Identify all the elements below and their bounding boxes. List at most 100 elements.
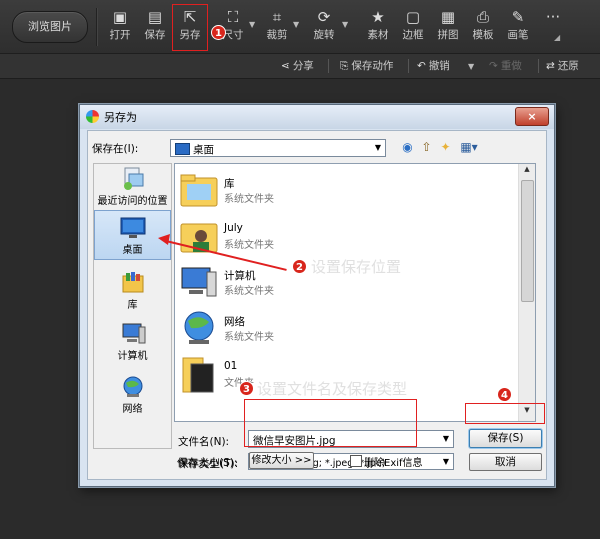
back-icon[interactable]: ◉: [400, 140, 415, 155]
star-icon: ★: [371, 8, 385, 26]
save-button[interactable]: 保存(S): [469, 429, 542, 448]
step-2-text: 设置保存位置: [311, 258, 402, 276]
dialog-titlebar[interactable]: 另存为 ×: [80, 105, 554, 129]
file-type: 系统文件夹: [224, 286, 274, 297]
file-list-scrollbar[interactable]: ▲ ▼: [518, 164, 535, 421]
divider: [538, 59, 539, 73]
desktop-icon: [175, 143, 190, 155]
tool-label: 边框: [402, 29, 424, 41]
undo-icon: ↶: [417, 60, 426, 72]
tool-collage-button[interactable]: ▦ 拼图: [432, 6, 464, 48]
network-icon: [123, 376, 142, 397]
resize-icon: ⛶: [227, 8, 239, 26]
chevron-down-icon: ▼: [442, 434, 449, 443]
file-name: 计算机: [224, 270, 256, 282]
places-bar: 最近访问的位置 桌面 库 计算机 网络: [93, 163, 172, 449]
undo-dropdown-icon[interactable]: ▼: [468, 62, 474, 71]
file-item[interactable]: July 系统文件夹: [179, 216, 349, 260]
place-computer[interactable]: 计算机: [94, 321, 171, 362]
delete-exif-checkbox[interactable]: [350, 455, 362, 467]
redo-label: 重做: [500, 60, 522, 72]
redo-button[interactable]: ↷ 重做: [489, 54, 522, 78]
printer-icon: ⎙: [476, 8, 489, 26]
network-icon: [184, 311, 214, 344]
user-folder-icon: [180, 223, 218, 253]
share-button[interactable]: ⋖ 分享: [281, 54, 314, 78]
file-type: 系统文件夹: [224, 240, 274, 251]
place-library[interactable]: 库: [94, 270, 171, 311]
folder-icon: [182, 357, 214, 393]
close-button[interactable]: ×: [515, 107, 549, 126]
tool-frame-button[interactable]: ▢ 边框: [397, 6, 429, 48]
file-name: July: [224, 222, 243, 234]
place-recent[interactable]: 最近访问的位置: [94, 166, 171, 207]
step-3-badge: 3: [239, 381, 254, 396]
rotate-dropdown-icon[interactable]: ▼: [342, 20, 348, 29]
save-icon: ▤: [147, 8, 163, 26]
save-button-highlight: [465, 403, 545, 424]
tool-label: 旋转: [313, 29, 335, 41]
restore-label: 还原: [557, 60, 579, 72]
resize-dropdown-icon[interactable]: ▼: [249, 20, 255, 29]
step-4-badge: 4: [497, 387, 512, 402]
filename-type-highlight: [244, 399, 417, 447]
tool-template-button[interactable]: ⎙ 模板: [467, 6, 499, 48]
file-type: 系统文件夹: [224, 332, 274, 343]
step-1-badge: 1: [211, 25, 226, 40]
tool-label: 素材: [367, 29, 389, 41]
save-in-select[interactable]: 桌面 ▼: [170, 139, 386, 157]
new-folder-icon[interactable]: ✦: [438, 140, 453, 155]
browse-images-button[interactable]: 浏览图片: [12, 11, 88, 43]
main-toolbar: 浏览图片 ▣ 打开 ▤ 保存 ⇱ 另存 ⛶ 尺寸 ▼ ⌗ 裁剪 ▼ ⟳ 旋转 ▼…: [0, 0, 600, 54]
view-menu-icon[interactable]: ▦▾: [458, 140, 480, 155]
place-label: 库: [127, 300, 138, 311]
app-icon: [86, 110, 99, 123]
place-label: 网络: [122, 404, 143, 415]
tool-crop-button[interactable]: ⌗ 裁剪: [261, 6, 293, 48]
step-3-text: 设置文件名及保存类型: [257, 380, 408, 398]
more-tools-button[interactable]: ···: [537, 6, 569, 48]
file-item[interactable]: 网络 系统文件夹: [179, 308, 349, 352]
dialog-title: 另存为: [104, 111, 137, 124]
tool-material-button[interactable]: ★ 素材: [362, 6, 394, 48]
tool-brush-button[interactable]: ✎ 画笔: [502, 6, 534, 48]
cancel-button[interactable]: 取消: [469, 453, 542, 471]
share-label: 分享: [292, 60, 314, 72]
undo-button[interactable]: ↶ 撤销: [417, 54, 450, 78]
tool-save-button[interactable]: ▤ 保存: [139, 6, 171, 48]
file-item[interactable]: 库 系统文件夹: [179, 170, 349, 214]
crop-dropdown-icon[interactable]: ▼: [293, 20, 299, 29]
divider: [408, 59, 409, 73]
restore-icon: ⇄: [546, 60, 555, 72]
save-as-highlight: [172, 4, 208, 51]
share-icon: ⋖: [281, 60, 290, 72]
expand-corner-icon[interactable]: ◢: [554, 33, 560, 42]
file-name: 库: [224, 178, 235, 190]
save-action-button[interactable]: ⎘ 保存动作: [340, 54, 393, 78]
chevron-down-icon: ▼: [374, 143, 381, 152]
file-type: 系统文件夹: [224, 194, 274, 205]
filename-label: 文件名(N):: [178, 436, 230, 448]
up-folder-icon[interactable]: ⇧: [419, 140, 434, 155]
scroll-up-icon[interactable]: ▲: [519, 165, 535, 179]
place-network[interactable]: 网络: [94, 374, 171, 415]
chevron-down-icon: ▼: [442, 457, 449, 466]
undo-label: 撤销: [428, 60, 450, 72]
open-icon: ▣: [112, 8, 128, 26]
brush-icon: ✎: [511, 8, 525, 26]
restore-button[interactable]: ⇄ 还原: [546, 54, 579, 78]
tool-label: 画笔: [507, 29, 529, 41]
modify-size-button[interactable]: 修改大小 >>: [249, 452, 314, 469]
tool-label: 裁剪: [266, 29, 288, 41]
save-action-icon: ⎘: [340, 60, 349, 72]
tool-label: 模板: [472, 29, 494, 41]
save-in-value: 桌面: [193, 144, 214, 156]
tool-open-button[interactable]: ▣ 打开: [104, 6, 136, 48]
grid-icon: ▦: [440, 8, 456, 26]
tool-rotate-button[interactable]: ⟳ 旋转: [308, 6, 340, 48]
place-label: 桌面: [122, 245, 143, 256]
file-name: 网络: [224, 316, 245, 328]
rotate-icon: ⟳: [317, 8, 331, 26]
tool-label: 保存: [144, 29, 166, 41]
scroll-thumb[interactable]: [521, 180, 534, 302]
